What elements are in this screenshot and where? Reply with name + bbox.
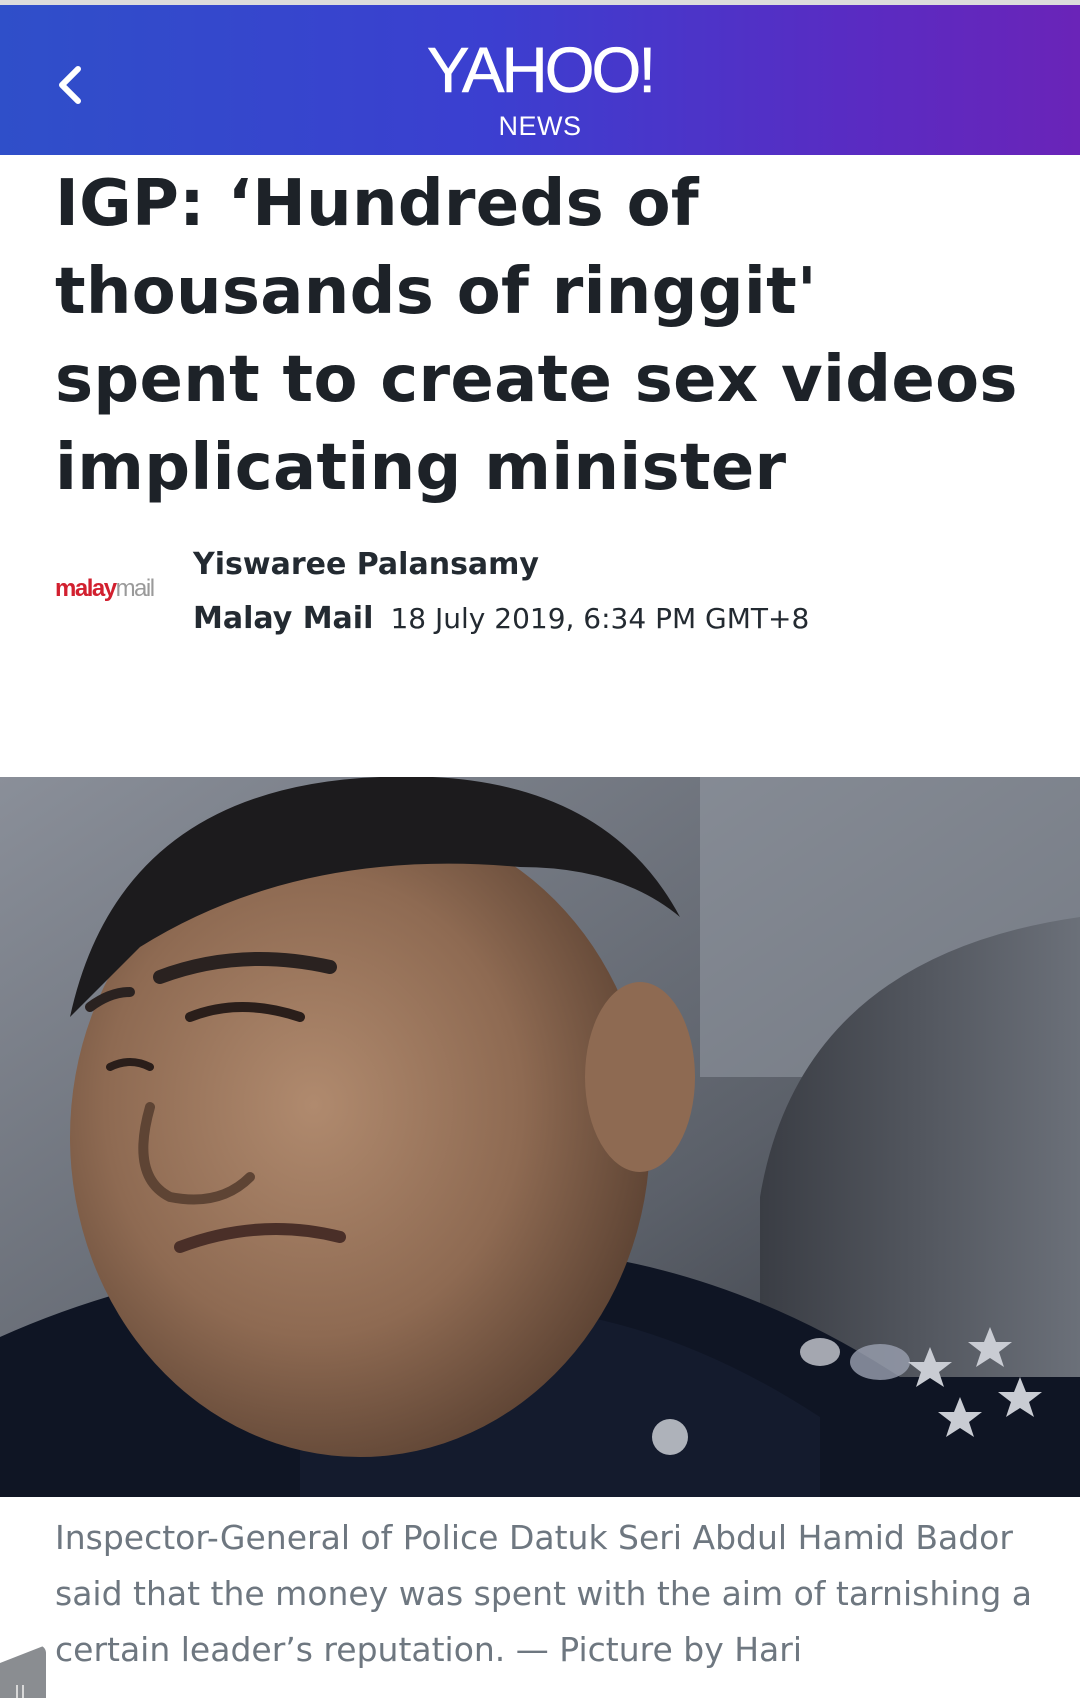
- byline: malaymail Yiswaree Palansamy Malay Mail …: [55, 545, 1035, 636]
- article-headline: IGP: ‘Hundreds of thousands of ringgit' …: [55, 167, 1018, 505]
- provider-logo-part-a: malay: [55, 575, 117, 602]
- grip-icon: [16, 1685, 18, 1698]
- provider-logo[interactable]: malaymail: [55, 575, 156, 603]
- logo-wordmark: YAHOO!: [426, 34, 657, 106]
- publish-timestamp: 18 July 2019, 6:34 PM GMT+8: [390, 602, 810, 635]
- article-photo[interactable]: [0, 777, 1080, 1497]
- yahoo-news-logo[interactable]: YAHOO! NEWS: [0, 35, 1080, 141]
- author-name[interactable]: Yiswaree Palansamy: [193, 547, 539, 582]
- provider-logo-part-b: mail: [115, 575, 156, 602]
- edge-panel-handle[interactable]: [0, 1645, 46, 1698]
- article-page: YAHOO! NEWS IGP: ‘Hundreds of thousands …: [0, 0, 1080, 1698]
- photo-caption: Inspector-General of Police Datuk Seri A…: [55, 1518, 1032, 1669]
- logo-section: NEWS: [498, 111, 582, 141]
- publisher-name[interactable]: Malay Mail: [193, 601, 373, 636]
- app-header: YAHOO! NEWS: [0, 5, 1080, 155]
- source-line: Malay Mail 18 July 2019, 6:34 PM GMT+8: [193, 601, 809, 636]
- photo-of-police-officer-icon: [0, 777, 1080, 1497]
